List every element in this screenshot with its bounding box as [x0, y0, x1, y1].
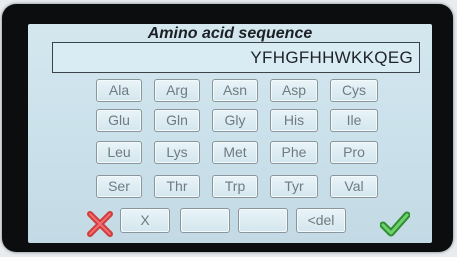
blank-key-2[interactable]: [238, 208, 288, 233]
close-icon[interactable]: [86, 210, 114, 238]
key-cys[interactable]: Cys: [330, 79, 378, 102]
key-lys[interactable]: Lys: [154, 141, 200, 164]
key-tyr[interactable]: Tyr: [270, 175, 318, 198]
key-glu[interactable]: Glu: [96, 109, 142, 132]
key-pro[interactable]: Pro: [330, 141, 378, 164]
delete-key[interactable]: <del: [296, 208, 346, 233]
key-gly[interactable]: Gly: [212, 109, 258, 132]
key-ser[interactable]: Ser: [96, 175, 142, 198]
device-bezel: Amino acid sequence YFHGFHHWKKQEG Ala Ar…: [2, 4, 453, 252]
sequence-field[interactable]: YFHGFHHWKKQEG: [52, 42, 420, 73]
key-gln[interactable]: Gln: [154, 109, 200, 132]
key-ala[interactable]: Ala: [96, 79, 142, 102]
blank-key-1[interactable]: [180, 208, 230, 233]
page-title: Amino acid sequence: [147, 25, 313, 42]
key-met[interactable]: Met: [212, 141, 258, 164]
touch-screen: Amino acid sequence YFHGFHHWKKQEG Ala Ar…: [28, 24, 432, 243]
key-phe[interactable]: Phe: [270, 141, 318, 164]
key-leu[interactable]: Leu: [96, 141, 142, 164]
key-ile[interactable]: Ile: [330, 109, 378, 132]
key-trp[interactable]: Trp: [212, 175, 258, 198]
key-asp[interactable]: Asp: [270, 79, 318, 102]
checkmark-icon[interactable]: [380, 210, 410, 238]
x-key[interactable]: X: [120, 208, 170, 233]
sequence-value: YFHGFHHWKKQEG: [250, 48, 413, 67]
key-thr[interactable]: Thr: [154, 175, 200, 198]
key-his[interactable]: His: [270, 109, 318, 132]
key-arg[interactable]: Arg: [154, 79, 200, 102]
key-val[interactable]: Val: [330, 175, 378, 198]
key-asn[interactable]: Asn: [212, 79, 258, 102]
